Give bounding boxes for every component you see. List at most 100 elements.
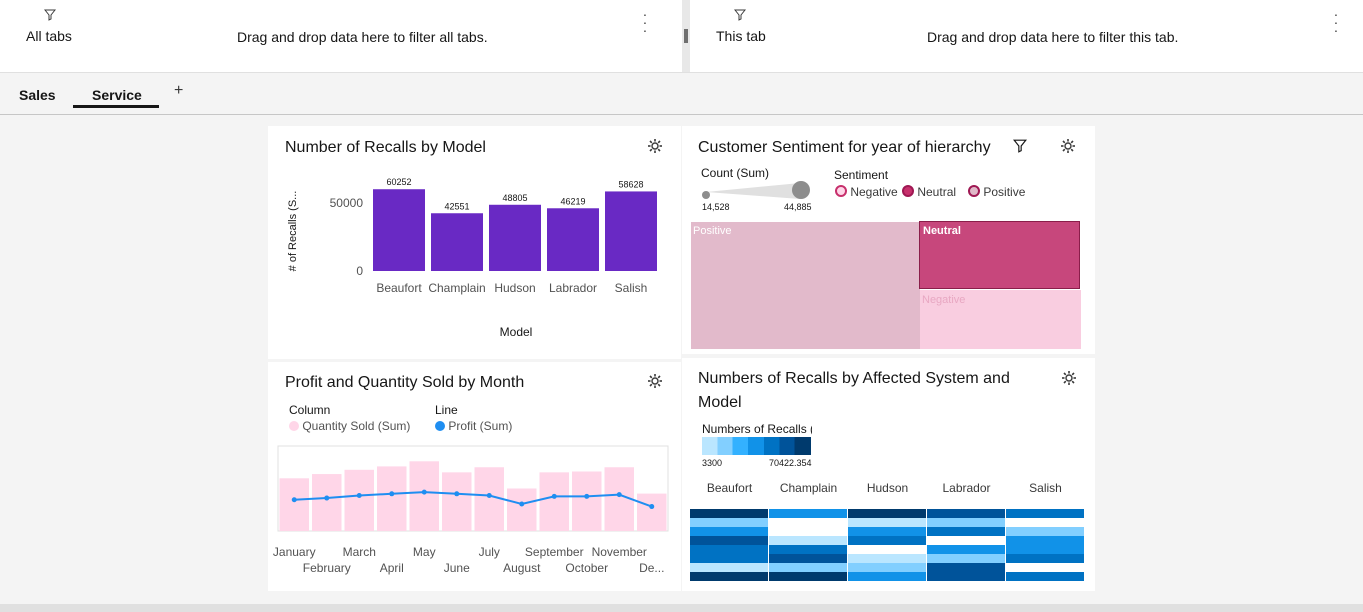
heatmap-cell: [1006, 518, 1084, 527]
tile-label: Negative: [922, 294, 966, 306]
profit-point: [389, 491, 395, 497]
settings-icon[interactable]: [647, 138, 663, 154]
x-tick-label: January: [273, 545, 316, 559]
treemap-tile-neutral[interactable]: Neutral: [919, 221, 1080, 289]
tab-sales[interactable]: Sales: [19, 87, 56, 103]
legend-swatch: [902, 185, 914, 197]
heatmap-legend-min: 3300: [702, 458, 723, 468]
x-tick-label: Salish: [615, 281, 648, 295]
column-header: Salish: [1029, 481, 1062, 495]
column-bar: [539, 472, 569, 531]
legend-swatch: [835, 185, 847, 197]
widget-title: Profit and Quantity Sold by Month: [285, 374, 525, 391]
profit-point: [649, 504, 655, 510]
tile-label: Positive: [693, 225, 732, 237]
profit-point: [421, 489, 427, 495]
legend-label: Quantity Sold (Sum): [302, 419, 411, 433]
bar: [547, 208, 599, 271]
heatmap-cell: [1006, 536, 1084, 545]
heatmap-cell: [848, 536, 926, 545]
treemap-tile-negative[interactable]: Negative: [920, 290, 1081, 349]
filter-icon[interactable]: [1013, 139, 1027, 153]
column-bar: [312, 474, 342, 531]
x-tick-label: March: [343, 545, 376, 559]
profit-point: [519, 501, 525, 507]
heatmap-cell: [1006, 527, 1084, 536]
widget-recalls-by-system[interactable]: Numbers of Recalls by Affected System an…: [682, 358, 1095, 591]
x-tick-label: De...: [639, 561, 664, 575]
settings-icon[interactable]: [1061, 370, 1077, 386]
legend-swatch: [289, 421, 299, 431]
bottom-scrollbar[interactable]: [0, 604, 1363, 612]
heatmap-cell: [927, 572, 1005, 581]
filter-icon: [734, 9, 746, 21]
legend-label: Neutral: [917, 185, 957, 199]
line-legend-title: Line: [435, 403, 458, 417]
legend-label: Profit (Sum): [448, 419, 513, 433]
add-tab-button[interactable]: +: [174, 82, 183, 100]
heatmap-cell: [927, 554, 1005, 563]
heatmap-cell: [769, 536, 847, 545]
profit-quantity-chart: January February March April May June JulyAugu…: [273, 445, 669, 575]
size-legend-graphic: [702, 181, 810, 199]
x-tick-label: Labrador: [549, 281, 597, 295]
x-tick-label: Hudson: [494, 281, 535, 295]
bar-value-label: 42551: [444, 201, 469, 211]
all-tabs-label: All tabs: [26, 28, 72, 44]
size-legend-min: 14,528: [702, 202, 730, 212]
this-tab-filter-area[interactable]: This tab Drag and drop data here to filt…: [690, 0, 1363, 72]
heatmap-cell: [927, 563, 1005, 572]
heatmap-cell: [848, 518, 926, 527]
x-tick-label: Champlain: [428, 281, 485, 295]
widget-title-line2: Model: [698, 394, 742, 411]
widget-title: Number of Recalls by Model: [285, 139, 486, 156]
widget-profit-quantity[interactable]: Profit and Quantity Sold by Month Column…: [268, 362, 681, 591]
profit-point: [454, 491, 460, 497]
heatmap-cell: [769, 518, 847, 527]
tab-bar: Sales Service: [0, 72, 1363, 115]
legend-label: Negative: [850, 185, 898, 199]
column-bar: [409, 461, 439, 531]
bar-value-label: 58628: [618, 179, 643, 189]
filter-icon: [44, 9, 56, 21]
heatmap-cell: [769, 554, 847, 563]
widget-recalls-by-model[interactable]: Number of Recalls by Model 50000 0 # of Re…: [268, 126, 681, 359]
column-bar: [344, 469, 374, 531]
settings-icon[interactable]: [1060, 138, 1076, 154]
heatmap-legend-title: Numbers of Recalls (: [702, 422, 812, 436]
all-tabs-drop-hint: Drag and drop data here to filter all ta…: [237, 29, 488, 45]
x-tick-label: April: [380, 561, 404, 575]
legend-swatch: [968, 185, 980, 197]
heatmap-cell: [848, 563, 926, 572]
heatmap-legend-ramp: [702, 437, 811, 455]
overflow-menu-icon[interactable]: · · ·: [642, 7, 648, 37]
heatmap-cell: [690, 527, 768, 536]
heatmap-cell: [1006, 509, 1084, 518]
profit-point: [486, 493, 492, 498]
heatmap-cell: [769, 545, 847, 554]
widget-title-line1: Numbers of Recalls by Affected System an…: [698, 370, 1010, 387]
treemap-tile-positive[interactable]: Positive: [691, 222, 920, 349]
settings-icon[interactable]: [647, 373, 663, 389]
heatmap-cell: [769, 527, 847, 536]
profit-point: [551, 493, 557, 499]
all-tabs-filter-area[interactable]: All tabs Drag and drop data here to filt…: [0, 0, 682, 72]
heatmap-cell: [690, 518, 768, 527]
x-tick-label: May: [413, 545, 436, 559]
widget-customer-sentiment[interactable]: Customer Sentiment for year of hierarchy…: [682, 126, 1095, 354]
heatmap-cell: [690, 509, 768, 518]
x-axis-title: Model: [500, 325, 533, 339]
heatmap-legend-max: 70422.354: [769, 458, 812, 468]
resize-handle[interactable]: [684, 29, 688, 43]
tab-service[interactable]: Service: [92, 87, 142, 103]
recalls-heatmap: Beaufort Champlain Hudson Labrador Salish: [690, 481, 1084, 581]
legend-swatch: [435, 421, 445, 431]
heatmap-cell: [769, 509, 847, 518]
bar: [431, 213, 483, 271]
column-header: Beaufort: [707, 481, 753, 495]
column-header: Champlain: [780, 481, 837, 495]
color-legend-title: Sentiment: [834, 168, 889, 182]
overflow-menu-icon[interactable]: · · ·: [1333, 7, 1339, 37]
heatmap-cell: [769, 563, 847, 572]
profit-point: [356, 493, 362, 498]
